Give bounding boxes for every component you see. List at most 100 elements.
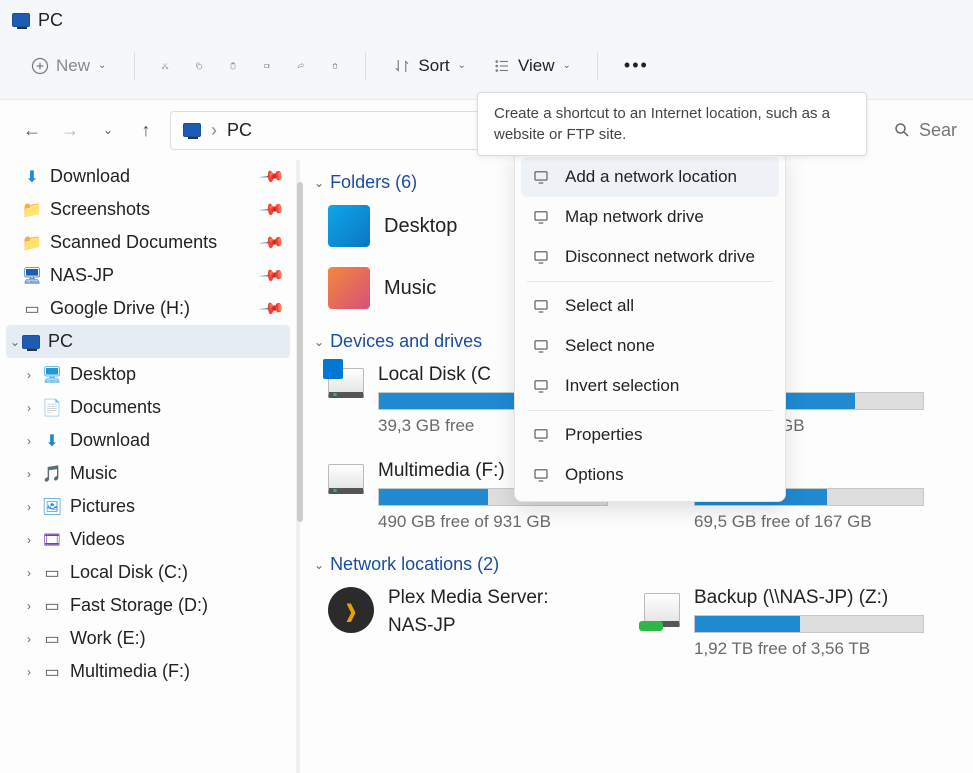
nav-tree-item[interactable]: › 🎵 Music <box>6 457 290 490</box>
chevron-right-icon[interactable]: › <box>22 467 36 481</box>
nav-tree-item[interactable]: › ⬇ Download <box>6 424 290 457</box>
select-all-icon <box>531 296 551 316</box>
back-button[interactable]: ← <box>18 120 46 141</box>
pin-icon: 📌 <box>258 195 286 223</box>
monitor-x-icon <box>531 247 551 267</box>
pictures-icon: 🖼 <box>42 497 62 517</box>
nav-item-label: Music <box>70 463 117 484</box>
chevron-right-icon[interactable]: › <box>22 632 36 646</box>
folder-name: Music <box>384 277 436 300</box>
drive-icon: ▭ <box>42 629 62 649</box>
chevron-right-icon[interactable]: › <box>22 533 36 547</box>
nav-pinned-item[interactable]: 📁 Screenshots 📌 <box>6 193 290 226</box>
network-sub: 1,92 TB free of 3,56 TB <box>694 639 924 659</box>
chevron-right-icon[interactable]: › <box>22 401 36 415</box>
download-icon: ⬇ <box>42 431 62 451</box>
folder-icon <box>328 267 370 309</box>
delete-icon[interactable] <box>325 56 345 76</box>
nav-pc[interactable]: ⌄ PC <box>6 325 290 358</box>
copy-icon[interactable] <box>189 56 209 76</box>
pc-icon <box>183 123 201 137</box>
nav-tree-item[interactable]: › ▭ Local Disk (C:) <box>6 556 290 589</box>
chevron-right-icon[interactable]: › <box>22 599 36 613</box>
menu-item-label: Options <box>565 465 624 485</box>
window-title: PC <box>38 10 63 31</box>
nav-pinned-item[interactable]: ⬇ Download 📌 <box>6 160 290 193</box>
view-button[interactable]: View ⌄ <box>486 52 577 80</box>
chevron-right-icon[interactable]: › <box>22 566 36 580</box>
nav-item-label: Google Drive (H:) <box>50 298 190 319</box>
menu-item[interactable]: Select none <box>521 326 779 366</box>
monitor-plus-icon <box>531 167 551 187</box>
network-name: Plex Media Server: <box>388 587 608 609</box>
new-button[interactable]: New ⌄ <box>22 52 114 80</box>
menu-item[interactable]: Add a network location <box>521 157 779 197</box>
nav-item-label: PC <box>48 331 73 352</box>
nas-drive-icon <box>644 593 680 627</box>
monitor-drive-icon <box>531 207 551 227</box>
nav-tree-item[interactable]: › 🖼 Pictures <box>6 490 290 523</box>
chevron-right-icon[interactable]: › <box>22 665 36 679</box>
menu-item[interactable]: Properties <box>521 415 779 455</box>
chevron-right-icon[interactable]: › <box>22 500 36 514</box>
drive-icon: ▭ <box>42 563 62 583</box>
drive-icon: ▭ <box>42 596 62 616</box>
sort-button[interactable]: Sort ⌄ <box>386 52 472 80</box>
plex-icon <box>328 587 374 633</box>
chevron-right-icon[interactable]: › <box>22 368 36 382</box>
menu-item[interactable]: Select all <box>521 286 779 326</box>
section-network[interactable]: ⌄ Network locations (2) <box>314 548 959 583</box>
network-item[interactable]: Backup (\\NAS-JP) (Z:) 1,92 TB free of 3… <box>644 587 924 659</box>
menu-item[interactable]: Invert selection <box>521 366 779 406</box>
network-item[interactable]: Plex Media Server: NAS-JP <box>328 587 608 659</box>
rename-icon[interactable] <box>257 56 277 76</box>
drive-icon <box>328 464 364 494</box>
nav-item-label: Pictures <box>70 496 135 517</box>
paste-icon[interactable] <box>223 56 243 76</box>
drive-sub: 69,5 GB free of 167 GB <box>694 512 924 532</box>
search-box[interactable]: Sear <box>883 112 973 149</box>
usage-bar <box>694 615 924 633</box>
menu-item[interactable]: Map network drive <box>521 197 779 237</box>
breadcrumb-separator: › <box>211 120 217 141</box>
nav-tree-item[interactable]: › ▭ Fast Storage (D:) <box>6 589 290 622</box>
nav-pinned-item[interactable]: ▭ Google Drive (H:) 📌 <box>6 292 290 325</box>
nav-tree-item[interactable]: › 📄 Documents <box>6 391 290 424</box>
section-drives-title: Devices and drives <box>330 331 482 352</box>
menu-item-label: Invert selection <box>565 376 679 396</box>
section-network-title: Network locations (2) <box>330 554 499 575</box>
nav-tree-item[interactable]: › 🖥 Desktop <box>6 358 290 391</box>
nav-item-label: Documents <box>70 397 161 418</box>
chevron-down-icon: ⌄ <box>314 558 324 572</box>
context-menu: Add a network location Map network drive… <box>514 150 786 502</box>
nav-tree-item[interactable]: › 🎞 Videos <box>6 523 290 556</box>
nav-scrollbar[interactable] <box>297 182 303 522</box>
properties-icon <box>531 425 551 445</box>
nav-item-label: NAS-JP <box>50 265 114 286</box>
cut-icon[interactable] <box>155 56 175 76</box>
section-folders-title: Folders (6) <box>330 172 417 193</box>
more-button[interactable]: ••• <box>618 51 655 80</box>
menu-item[interactable]: Options <box>521 455 779 495</box>
nav-pinned-item[interactable]: 📁 Scanned Documents 📌 <box>6 226 290 259</box>
recent-locations-button[interactable]: ⌄ <box>94 123 122 137</box>
chevron-down-icon[interactable]: ⌄ <box>8 335 22 349</box>
share-icon[interactable] <box>291 56 311 76</box>
tooltip-text: Create a shortcut to an Internet locatio… <box>494 105 830 143</box>
menu-item[interactable]: Disconnect network drive <box>521 237 779 277</box>
nav-pinned-item[interactable]: 🖥 NAS-JP 📌 <box>6 259 290 292</box>
separator <box>597 52 598 80</box>
menu-item-label: Properties <box>565 425 642 445</box>
nav-tree-item[interactable]: › ▭ Multimedia (F:) <box>6 655 290 688</box>
chevron-right-icon[interactable]: › <box>22 434 36 448</box>
pin-icon: 📌 <box>258 162 286 190</box>
select-none-icon <box>531 336 551 356</box>
breadcrumb-pc[interactable]: PC <box>227 120 252 141</box>
navigation-pane: ⬇ Download 📌📁 Screenshots 📌📁 Scanned Doc… <box>0 160 300 773</box>
search-placeholder: Sear <box>919 120 957 141</box>
folder-green-icon: 📁 <box>22 200 42 220</box>
forward-button[interactable]: → <box>56 120 84 141</box>
up-button[interactable]: ↑ <box>132 120 160 141</box>
network-name: Backup (\\NAS-JP) (Z:) <box>694 587 924 609</box>
nav-tree-item[interactable]: › ▭ Work (E:) <box>6 622 290 655</box>
